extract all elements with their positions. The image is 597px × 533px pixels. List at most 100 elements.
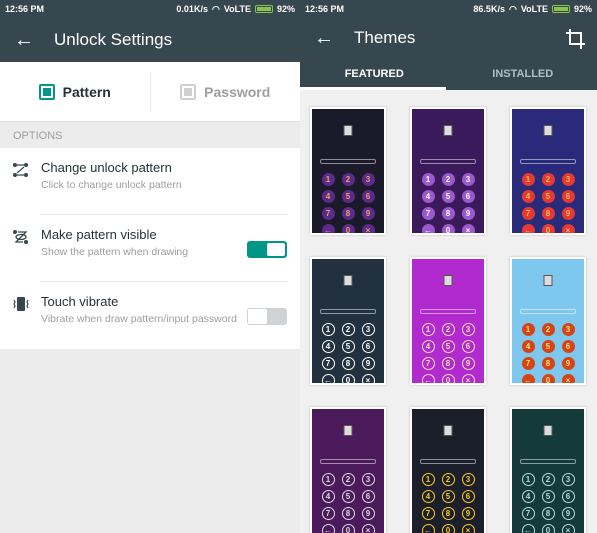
keypad-key: 1: [321, 473, 335, 486]
keypad-key: 2: [341, 323, 355, 336]
keypad-key: 4: [521, 340, 535, 353]
keypad-key: 1: [521, 173, 535, 186]
keypad-key: 8: [441, 207, 455, 220]
crop-icon[interactable]: [565, 28, 587, 50]
radio-unselected-icon: [180, 83, 197, 100]
change-unlock-pattern-item[interactable]: Change unlock pattern Click to change un…: [0, 148, 300, 215]
keypad-key: ×: [561, 524, 575, 533]
keypad-key: ←: [521, 524, 535, 533]
lock-type-selector: Pattern Password: [0, 62, 300, 122]
keypad-key: 1: [521, 323, 535, 336]
keypad-key: 1: [421, 323, 435, 336]
keypad-key: 9: [461, 207, 475, 220]
touch-vibrate-item[interactable]: Touch vibrate Vibrate when draw pattern/…: [0, 282, 300, 349]
theme-thumbnail-red-dragon[interactable]: 1 2 3 4 5 6 7 8 9 ← 0 ×: [510, 107, 586, 235]
keypad-key: 1: [421, 473, 435, 486]
keypad-key: 7: [321, 207, 335, 220]
keypad-key: 8: [541, 207, 555, 220]
arrow-back-icon[interactable]: ←: [14, 29, 54, 52]
tab-installed[interactable]: INSTALLED: [449, 58, 597, 90]
keypad-key: 8: [441, 357, 455, 370]
touch-vibrate-toggle[interactable]: [247, 308, 287, 325]
theme-thumbnail-dark-birds[interactable]: 1 2 3 4 5 6 7 8 9 ← 0 ×: [310, 257, 386, 385]
password-option[interactable]: Password: [149, 71, 301, 112]
pattern-dots-icon: [12, 158, 41, 183]
vibrate-icon: [12, 292, 41, 317]
keypad-key: ←: [521, 224, 535, 233]
theme-thumbnail-aurora-pink[interactable]: 1 2 3 4 5 6 7 8 9 ← 0 ×: [310, 407, 386, 533]
lock-icon: [443, 125, 453, 136]
unlock-settings-screen: 12:56 PM 0.01K/s ◠ VoLTE 92% ← Unlock Se…: [0, 0, 300, 533]
themes-grid: 1 2 3 4 5 6 7 8 9 ← 0 × 1 2 3 4 5 6 7 8 9 ← 0 × 1 2 3 4 5 6 7 8 9 ← 0 × 1 2 3 4…: [300, 90, 597, 533]
themes-screen: 12:56 PM 86.5K/s ◠ VoLTE 92% ← Themes FE…: [300, 0, 597, 533]
keypad-key: 1: [321, 323, 335, 336]
keypad-key: 3: [561, 173, 575, 186]
keypad-preview: 1 2 3 4 5 6 7 8 9 ← 0 ×: [418, 323, 478, 383]
keypad-key: 7: [521, 357, 535, 370]
password-label: Password: [204, 83, 271, 100]
password-field-preview: [320, 159, 376, 164]
keypad-key: 7: [421, 357, 435, 370]
lock-icon: [543, 125, 553, 136]
pattern-visible-icon: [12, 225, 41, 250]
keypad-key: ×: [561, 224, 575, 233]
keypad-key: 0: [341, 524, 355, 533]
keypad-key: 4: [321, 340, 335, 353]
theme-thumbnail-teal-galaxy[interactable]: 1 2 3 4 5 6 7 8 9 ← 0 ×: [510, 407, 586, 533]
keypad-key: 2: [441, 473, 455, 486]
keypad-key: 1: [421, 173, 435, 186]
keypad-key: 6: [561, 190, 575, 203]
theme-thumbnail-retro-magenta[interactable]: 1 2 3 4 5 6 7 8 9 ← 0 ×: [410, 257, 486, 385]
keypad-key: ←: [521, 374, 535, 383]
tab-featured[interactable]: FEATURED: [300, 58, 449, 90]
tab-indicator: [300, 87, 446, 90]
make-pattern-visible-item[interactable]: Make pattern visible Show the pattern wh…: [0, 215, 300, 282]
keypad-key: 1: [521, 473, 535, 486]
keypad-key: 4: [321, 490, 335, 503]
keypad-key: 5: [541, 340, 555, 353]
password-field-preview: [320, 459, 376, 464]
wifi-icon: ◠: [508, 3, 517, 14]
status-bar: 12:56 PM 86.5K/s ◠ VoLTE 92%: [300, 0, 597, 18]
arrow-back-icon[interactable]: ←: [314, 27, 354, 50]
keypad-key: ×: [361, 374, 375, 383]
theme-thumbnail-neon-ring[interactable]: 1 2 3 4 5 6 7 8 9 ← 0 ×: [310, 107, 386, 235]
network-type: VoLTE: [520, 4, 548, 14]
keypad-key: 9: [461, 357, 475, 370]
keypad-key: 6: [561, 490, 575, 503]
battery-icon: [254, 5, 273, 13]
keypad-key: 1: [321, 173, 335, 186]
password-field-preview: [520, 159, 576, 164]
keypad-preview: 1 2 3 4 5 6 7 8 9 ← 0 ×: [318, 473, 378, 533]
keypad-preview: 1 2 3 4 5 6 7 8 9 ← 0 ×: [518, 473, 578, 533]
keypad-key: 0: [541, 524, 555, 533]
keypad-key: 6: [361, 190, 375, 203]
pattern-option[interactable]: Pattern: [0, 72, 150, 112]
keypad-key: ←: [421, 374, 435, 383]
keypad-key: 0: [441, 224, 455, 233]
keypad-key: 3: [561, 323, 575, 336]
options-list: Change unlock pattern Click to change un…: [0, 148, 300, 349]
section-header: OPTIONS: [0, 122, 300, 148]
battery-level: 92%: [573, 4, 592, 14]
keypad-key: 7: [321, 507, 335, 520]
theme-tabs: FEATURED INSTALLED: [300, 58, 597, 90]
keypad-key: 9: [361, 507, 375, 520]
keypad-key: 2: [441, 173, 455, 186]
keypad-preview: 1 2 3 4 5 6 7 8 9 ← 0 ×: [418, 173, 478, 233]
theme-thumbnail-pixel-sky[interactable]: 1 2 3 4 5 6 7 8 9 ← 0 ×: [510, 257, 586, 385]
keypad-key: 6: [561, 340, 575, 353]
theme-thumbnail-neon-city[interactable]: 1 2 3 4 5 6 7 8 9 ← 0 ×: [410, 407, 486, 533]
keypad-key: ×: [361, 524, 375, 533]
keypad-key: 9: [361, 207, 375, 220]
keypad-key: 2: [541, 323, 555, 336]
keypad-key: 5: [541, 490, 555, 503]
theme-thumbnail-cave-purple[interactable]: 1 2 3 4 5 6 7 8 9 ← 0 ×: [410, 107, 486, 235]
keypad-key: 4: [421, 190, 435, 203]
keypad-key: ×: [461, 374, 475, 383]
password-field-preview: [520, 459, 576, 464]
pattern-visible-toggle[interactable]: [247, 241, 287, 258]
keypad-key: 0: [541, 224, 555, 233]
keypad-key: 4: [421, 490, 435, 503]
keypad-key: 0: [441, 374, 455, 383]
